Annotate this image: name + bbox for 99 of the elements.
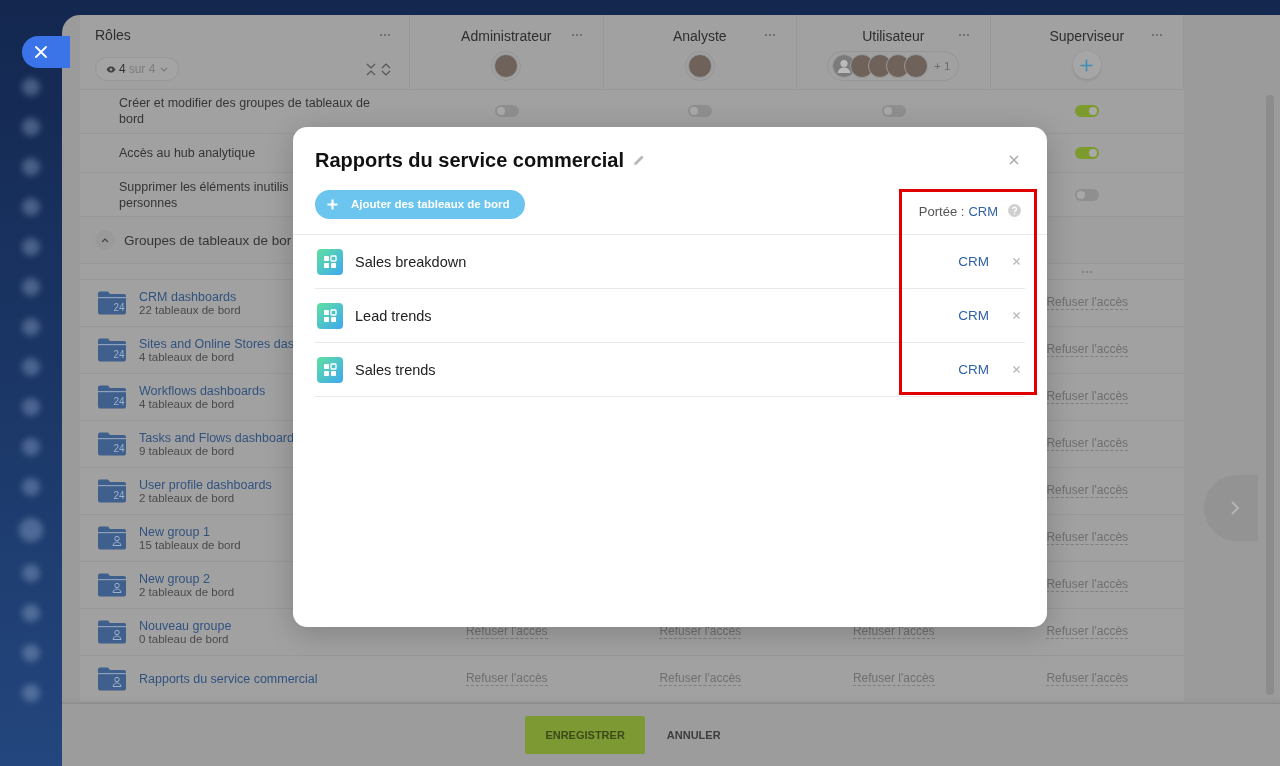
save-button[interactable]: ENREGISTRER xyxy=(525,716,645,754)
folder-icon: 24 xyxy=(98,479,126,503)
scope-link[interactable]: CRM xyxy=(968,203,998,219)
group-link[interactable]: New group 1 xyxy=(139,525,241,539)
role-name: Utilisateur xyxy=(862,28,925,44)
role-name: Superviseur xyxy=(1049,28,1125,44)
toggle-switch[interactable] xyxy=(1075,105,1100,118)
sidebar-icon[interactable] xyxy=(22,604,40,622)
add-dashboards-button[interactable]: Ajouter des tableaux de bord xyxy=(315,189,526,219)
more-icon[interactable] xyxy=(957,33,970,37)
group-link[interactable]: Tasks and Flows dashboard xyxy=(139,431,294,445)
group-link[interactable]: Rapports du service commercial xyxy=(139,672,318,686)
chevron-right-icon xyxy=(1230,500,1240,516)
help-icon[interactable] xyxy=(1008,203,1021,217)
sidebar-icon[interactable] xyxy=(22,644,40,662)
dashboard-count: 9 tableaux de bord xyxy=(139,445,236,457)
dashboard-name: Lead trends xyxy=(355,307,432,324)
permission-label: Accès au hub analytique xyxy=(119,144,256,161)
sidebar-icon[interactable] xyxy=(22,438,40,456)
more-icon[interactable] xyxy=(764,33,776,37)
dashboard-name: Sales breakdown xyxy=(355,253,467,270)
close-icon xyxy=(35,46,47,58)
folder-icon xyxy=(98,667,126,691)
dashboard-count: 15 tableaux de bord xyxy=(139,539,241,551)
more-icon[interactable] xyxy=(1151,33,1163,37)
avatar xyxy=(904,54,929,78)
group-link[interactable]: User profile dashboards xyxy=(139,478,272,492)
permission-label: Supprimer les éléments inutilis personnes xyxy=(119,178,289,211)
plus-icon xyxy=(1080,58,1094,72)
toggle-switch[interactable] xyxy=(494,105,519,118)
toggle-switch[interactable] xyxy=(688,105,713,118)
role-name: Analyste xyxy=(672,28,727,44)
pencil-icon[interactable] xyxy=(633,154,645,166)
folder-icon: 24 xyxy=(98,291,126,315)
sidebar-icon[interactable] xyxy=(22,118,40,136)
add-member-button[interactable] xyxy=(1072,51,1101,79)
dashboard-icon xyxy=(317,248,343,275)
sidebar-icon[interactable] xyxy=(22,198,40,216)
folder-icon: 24 xyxy=(98,432,126,456)
plus-icon xyxy=(327,198,338,210)
dashboard-count: 4 tableaux de bord xyxy=(139,398,236,410)
more-icon[interactable] xyxy=(379,33,391,37)
dashboard-count: 22 tableaux de bord xyxy=(139,304,241,316)
eye-icon xyxy=(106,65,116,73)
dashboard-count: 4 tableaux de bord xyxy=(139,351,236,363)
toggle-switch[interactable] xyxy=(1075,188,1100,201)
scope-label: Portée : xyxy=(918,203,965,219)
permission-label: Créer et modifier des groupes de tableaux de bord xyxy=(119,95,370,128)
folder-icon: 24 xyxy=(98,338,126,362)
close-button[interactable] xyxy=(22,36,70,68)
sidebar-icon[interactable] xyxy=(22,238,40,256)
collapse-icon[interactable] xyxy=(366,62,376,76)
group-link[interactable]: New group 2 xyxy=(139,572,235,586)
remove-button[interactable] xyxy=(1013,258,1020,265)
toggle-switch[interactable] xyxy=(881,105,906,118)
remove-button[interactable] xyxy=(1013,312,1020,319)
avatar xyxy=(494,54,519,78)
column-title: Rôles xyxy=(95,27,131,43)
sidebar-icon[interactable] xyxy=(22,78,40,96)
dashboard-icon xyxy=(317,356,343,383)
next-button[interactable] xyxy=(1204,475,1258,541)
sidebar-icon[interactable] xyxy=(22,278,40,296)
scope-link[interactable]: CRM xyxy=(958,254,989,269)
dashboard-name: Sales trends xyxy=(355,361,436,378)
collapse-toggle[interactable] xyxy=(95,230,115,251)
cancel-button[interactable]: ANNULER xyxy=(660,728,727,742)
sidebar-icon[interactable] xyxy=(22,684,40,702)
more-icon[interactable] xyxy=(570,33,583,37)
group-link[interactable]: Nouveau groupe xyxy=(139,619,232,633)
group-link[interactable]: Workflows dashboards xyxy=(139,384,266,398)
dashboard-count: 2 tableaux de bord xyxy=(139,492,236,504)
folder-icon xyxy=(98,620,126,644)
chevron-icon xyxy=(101,237,109,243)
chevron-down-icon xyxy=(160,66,169,72)
toggle-switch[interactable] xyxy=(1075,146,1100,159)
group-link[interactable]: CRM dashboards xyxy=(139,290,241,304)
sidebar-icon[interactable] xyxy=(22,564,40,582)
more-icon[interactable] xyxy=(1081,269,1094,274)
dialog-title: Rapports du service commercial xyxy=(315,148,624,172)
folder-icon: 24 xyxy=(98,385,126,409)
sidebar-icon[interactable] xyxy=(19,518,43,542)
folder-icon xyxy=(98,573,126,597)
remove-button[interactable] xyxy=(1013,366,1020,373)
sidebar-icon[interactable] xyxy=(22,358,40,376)
sidebar-icon[interactable] xyxy=(22,158,40,176)
scope-link[interactable]: CRM xyxy=(958,362,989,377)
folder-icon xyxy=(98,526,126,550)
dashboard-count: 2 tableaux de bord xyxy=(139,586,235,598)
scope-link[interactable]: CRM xyxy=(958,308,989,323)
sidebar-icon[interactable] xyxy=(22,478,40,496)
expand-icon[interactable] xyxy=(381,62,391,76)
role-name: Administrateur xyxy=(461,28,552,44)
group-link[interactable]: Sites and Online Stores das xyxy=(139,337,294,351)
sidebar-icon[interactable] xyxy=(22,318,40,336)
section-title: Groupes de tableaux de bor xyxy=(124,232,292,248)
dashboard-icon xyxy=(317,302,343,329)
sidebar-icon[interactable] xyxy=(22,398,40,416)
dashboard-count: 0 tableau de bord xyxy=(139,633,230,645)
avatar xyxy=(687,54,712,78)
